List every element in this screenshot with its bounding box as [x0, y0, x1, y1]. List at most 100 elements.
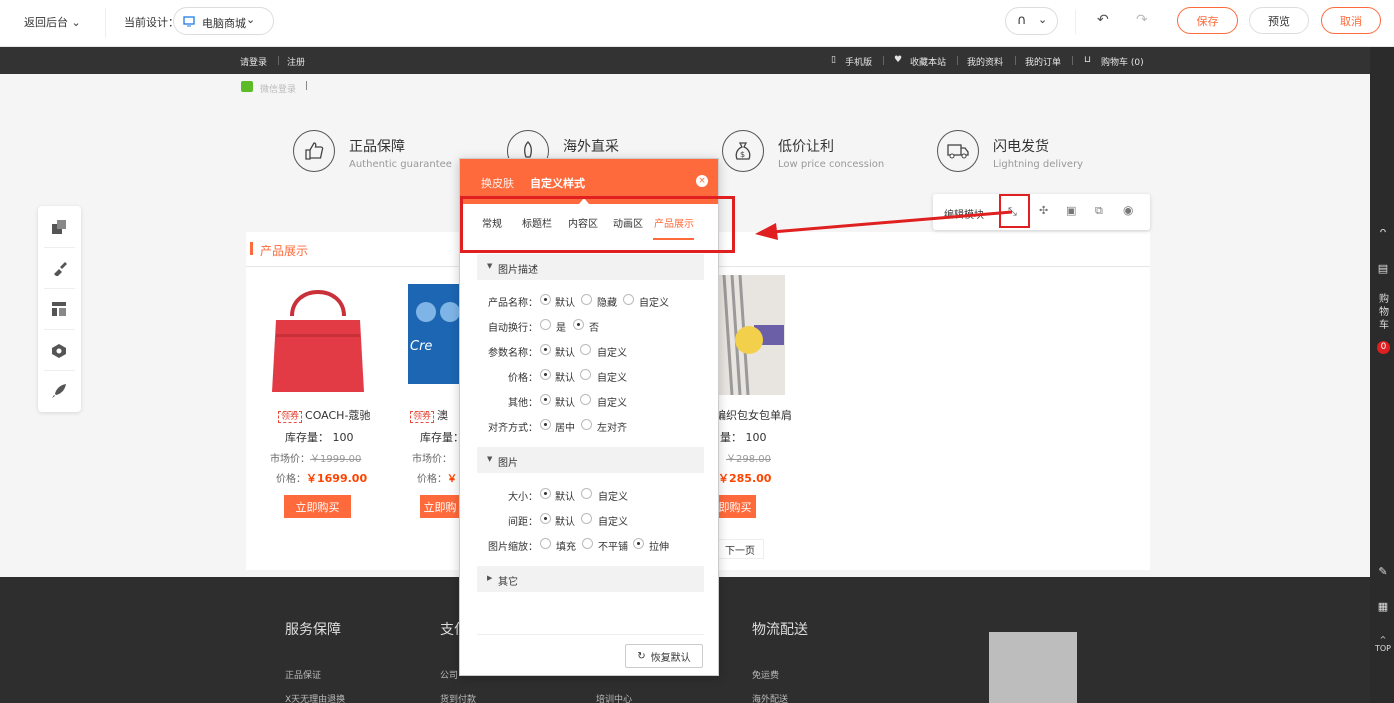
radio-custom[interactable] [580, 394, 591, 405]
product-name[interactable]: 领券 COACH-蔻驰 [278, 407, 370, 423]
row-other: 其他： 默认 自定义 [460, 392, 718, 410]
row-label: 图片缩放： [488, 542, 538, 553]
wechat-login-link[interactable]: 微信登录 [260, 82, 296, 95]
thumbs-up-icon [293, 130, 335, 172]
paint-brush-icon[interactable] [50, 259, 68, 277]
annotation-arrow [755, 210, 1013, 240]
divider [1072, 56, 1073, 65]
hexagon-icon[interactable] [50, 342, 68, 360]
radio-default[interactable] [540, 294, 551, 305]
product-image-rattan-bag [718, 275, 785, 395]
radio-label: 居中 [555, 423, 575, 434]
radio-label: 拉伸 [649, 542, 669, 553]
skin-tab[interactable]: 换皮肤 [481, 175, 514, 191]
qrcode-icon[interactable]: ▦ [1376, 600, 1390, 613]
product-name-text: 澳 [437, 409, 449, 422]
heart-icon: ♥ [894, 55, 903, 65]
row-label: 自动换行： [488, 323, 538, 334]
mobile-icon: ▯ [831, 55, 836, 65]
section-image[interactable]: ▼ 图片 [477, 447, 704, 473]
copy-icon[interactable]: ⧉ [1095, 204, 1103, 218]
radio-fill[interactable] [540, 538, 551, 549]
product-name[interactable]: 领券澳 [410, 407, 448, 423]
footer-link[interactable]: 正品保证 [285, 668, 321, 681]
support-dropdown[interactable]: ∩ ⌄ [1005, 7, 1058, 35]
radio-default[interactable] [540, 394, 551, 405]
qrcode-image [989, 632, 1077, 703]
radio-no-tile[interactable] [582, 538, 593, 549]
cart-sidebar-label[interactable]: 购物车 [1378, 293, 1390, 332]
guarantee-subtitle: Authentic guarantee [349, 159, 452, 170]
product-stock: 量： 100 [720, 431, 767, 444]
radio-custom[interactable] [581, 513, 592, 524]
layout-icon[interactable] [50, 300, 68, 318]
back-to-top-button[interactable]: ^ TOP [1374, 635, 1392, 653]
buy-now-button[interactable]: 立即购买 [284, 495, 351, 518]
section-image-description[interactable]: ▼ 图片描述 [477, 254, 704, 280]
eye-icon[interactable]: ◉ [1123, 203, 1133, 217]
my-orders-link[interactable]: 我的订单 [1025, 55, 1061, 68]
radio-yes[interactable] [540, 319, 551, 330]
footer-link[interactable]: X天无理由退换 [285, 692, 345, 703]
refresh-icon: ↻ [637, 650, 646, 662]
guarantee-subtitle: Lightning delivery [993, 159, 1084, 170]
layers-icon[interactable] [50, 218, 68, 236]
radio-hide[interactable] [581, 294, 592, 305]
product-price: ￥ [447, 474, 457, 485]
guarantee-title: 闪电发货 [993, 139, 1049, 155]
product-name[interactable]: 编织包女包单肩 [715, 407, 792, 423]
radio-default[interactable] [540, 369, 551, 380]
buy-now-button[interactable]: 即购买 [714, 495, 756, 518]
radio-custom[interactable] [580, 344, 591, 355]
footer-link[interactable]: 公司 [440, 668, 458, 681]
my-profile-link[interactable]: 我的资料 [967, 55, 1003, 68]
register-link[interactable]: 注册 [287, 55, 305, 68]
redo-icon[interactable]: ↷ [1136, 12, 1148, 28]
buy-now-button[interactable]: 立即购 [420, 495, 460, 518]
radio-default[interactable] [540, 513, 551, 524]
settings-icon[interactable]: ✣ [1039, 204, 1048, 217]
rocket-icon[interactable] [50, 382, 68, 400]
radio-label: 填充 [556, 542, 576, 553]
footer-link[interactable]: 货到付款 [440, 692, 476, 703]
custom-style-tab[interactable]: 自定义样式 [530, 175, 585, 191]
preview-button[interactable]: 预览 [1249, 7, 1309, 34]
close-icon[interactable]: × [696, 175, 708, 187]
message-icon[interactable]: ▤ [1376, 262, 1390, 275]
radio-default[interactable] [540, 488, 551, 499]
radio-custom[interactable] [623, 294, 634, 305]
radio-custom[interactable] [580, 369, 591, 380]
footer-link[interactable]: 免运费 [752, 668, 779, 681]
radio-label: 默认 [555, 298, 575, 309]
restore-default-button[interactable]: ↻ 恢复默认 [625, 644, 703, 668]
price-label: 价格： [276, 474, 306, 485]
edit-icon[interactable]: ✎ [1376, 565, 1390, 578]
radio-no[interactable] [573, 319, 584, 330]
footer-link[interactable]: 海外配送 [752, 692, 788, 703]
mobile-link[interactable]: 手机版 [845, 55, 872, 68]
radio-label: 默认 [555, 398, 575, 409]
cart-link[interactable]: 购物车 (0) [1101, 55, 1144, 68]
design-select[interactable]: 电脑商城 ⌄ [173, 7, 274, 35]
radio-label: 默认 [555, 373, 575, 384]
section-other[interactable]: ▶ 其它 [477, 566, 704, 592]
grid-icon[interactable]: ▣ [1066, 204, 1076, 217]
radio-center[interactable] [540, 419, 551, 430]
undo-icon[interactable]: ↶ [1097, 12, 1109, 28]
user-icon[interactable]: ᴖ [1376, 225, 1390, 238]
radio-left[interactable] [581, 419, 592, 430]
site-nav-bar: 请登录 注册 ▯ 手机版 ♥ 收藏本站 我的资料 我的订单 ⊔ 购物车 (0) [0, 47, 1370, 74]
cancel-button[interactable]: 取消 [1321, 7, 1381, 34]
login-link[interactable]: 请登录 [240, 55, 267, 68]
radio-label: 隐藏 [597, 298, 617, 309]
back-to-admin-button[interactable]: 返回后台 ⌄ [24, 14, 81, 30]
footer-link[interactable]: 培训中心 [596, 692, 632, 703]
radio-custom[interactable] [581, 488, 592, 499]
radio-label: 自定义 [597, 398, 627, 409]
favorite-link[interactable]: 收藏本站 [910, 55, 946, 68]
radio-default[interactable] [540, 344, 551, 355]
next-page-button[interactable]: 下一页 [716, 539, 764, 559]
radio-stretch[interactable] [633, 538, 644, 549]
save-button[interactable]: 保存 [1177, 7, 1238, 34]
coupon-tag: 领券 [410, 411, 435, 423]
